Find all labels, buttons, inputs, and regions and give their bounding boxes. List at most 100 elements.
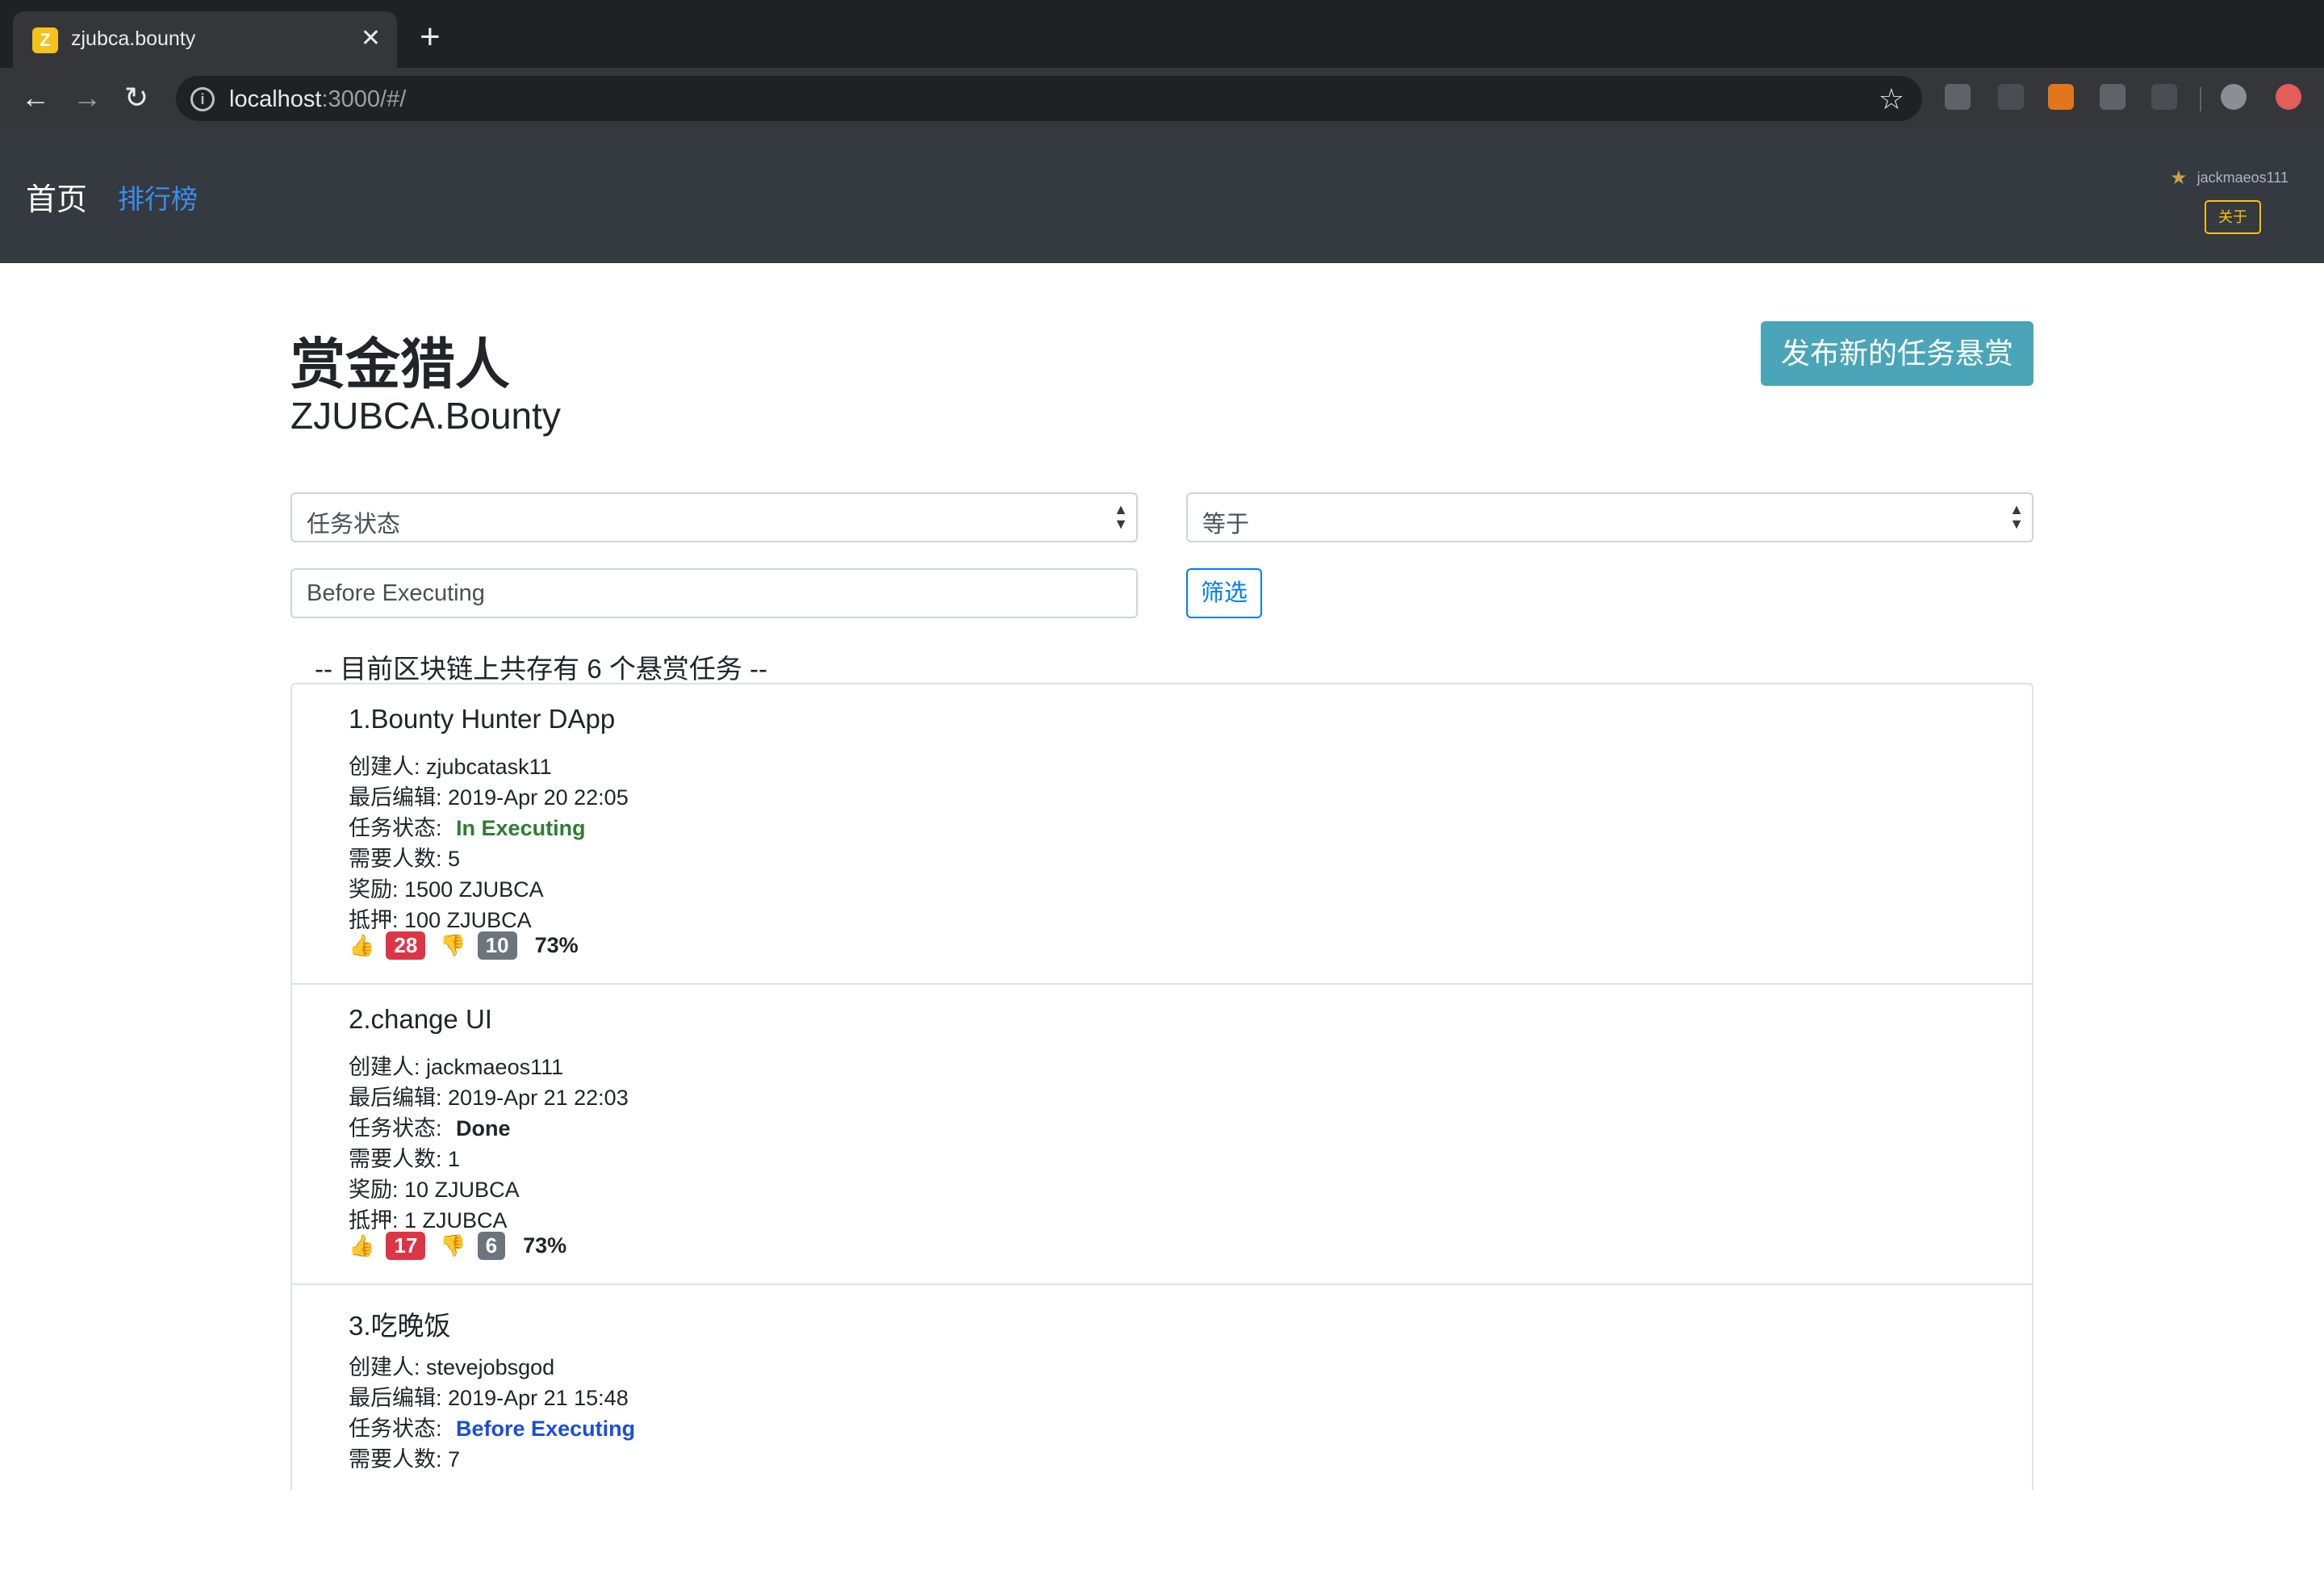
task-needed: 需要人数: 7 (349, 1442, 460, 1473)
task-votes: 👍 28 👎 10 73% (349, 931, 579, 964)
task-last-edit: 最后编辑: 2019-Apr 21 15:48 (349, 1380, 629, 1412)
url-host: localhost (229, 86, 322, 112)
deposit-label: 抵押: (349, 908, 399, 932)
status-label: 任务状态: (349, 1116, 442, 1140)
creator-label: 创建人: (349, 755, 420, 779)
task-item[interactable]: 3.吃晚饭 创建人: stevejobsgod 最后编辑: 2019-Apr 2… (292, 1283, 2032, 1582)
filter-field-select[interactable]: 任务状态 ▲ ▼ (290, 492, 1138, 542)
last-edit-value: 2019-Apr 21 15:48 (448, 1386, 629, 1410)
nav-leaderboard-link[interactable]: 排行榜 (118, 178, 198, 216)
task-needed: 需要人数: 5 (349, 841, 460, 873)
creator-value: zjubcatask11 (426, 755, 552, 779)
task-reward: 奖励: 1500 ZJUBCA (349, 872, 544, 903)
thumbs-down-icon[interactable]: 👎 (440, 1233, 466, 1258)
publish-task-button[interactable]: 发布新的任务悬赏 (1761, 321, 2034, 386)
needed-value: 1 (448, 1147, 461, 1171)
update-icon[interactable] (2276, 84, 2301, 110)
filter-value-input[interactable] (290, 568, 1138, 618)
task-title[interactable]: 1.Bounty Hunter DApp (349, 704, 615, 734)
task-title[interactable]: 2.change UI (349, 1004, 492, 1035)
forward-icon[interactable]: → (73, 82, 102, 113)
last-edit-label: 最后编辑: (349, 1386, 442, 1410)
task-last-edit: 最后编辑: 2019-Apr 20 22:05 (349, 780, 629, 811)
reload-icon[interactable]: ↻ (124, 82, 148, 113)
status-label: 任务状态: (349, 816, 442, 840)
task-title[interactable]: 3.吃晚饭 (349, 1304, 451, 1343)
extension-glasses-icon[interactable] (2151, 84, 2177, 110)
reward-label: 奖励: (349, 1178, 399, 1202)
task-last-edit: 最后编辑: 2019-Apr 21 22:03 (349, 1080, 629, 1111)
browser-toolbar: ← → ↻ i localhost:3000/#/ ☆ (0, 68, 2324, 128)
creator-value: stevejobsgod (426, 1355, 555, 1379)
favicon-icon: Z (32, 27, 58, 53)
bookmark-star-icon[interactable]: ☆ (1879, 82, 1904, 116)
status-label: 任务状态: (349, 1417, 442, 1441)
last-edit-label: 最后编辑: (349, 1086, 442, 1110)
deposit-label: 抵押: (349, 1208, 399, 1233)
upvote-count: 17 (386, 1232, 426, 1260)
extension-translate-icon[interactable] (1945, 84, 1971, 110)
new-tab-icon[interactable]: + (420, 19, 441, 55)
extension-shield-icon[interactable] (2100, 84, 2125, 110)
select-arrows-icon: ▲ ▼ (1114, 501, 1128, 532)
needed-label: 需要人数: (349, 847, 442, 871)
task-votes: 👍 17 👎 6 73% (349, 1232, 566, 1264)
needed-value: 5 (448, 847, 461, 871)
reward-label: 奖励: (349, 877, 399, 902)
task-count-summary: -- 目前区块链上共存有 6 个悬赏任务 -- (315, 654, 767, 684)
thumbs-down-icon[interactable]: 👎 (440, 933, 466, 958)
task-deposit: 抵押: 100 ZJUBCA (349, 902, 532, 934)
status-value: In Executing (456, 816, 586, 840)
profile-avatar-icon[interactable] (2221, 84, 2247, 110)
downvote-count: 10 (477, 931, 517, 960)
task-item[interactable]: 1.Bounty Hunter DApp 创建人: zjubcatask11 最… (292, 684, 2032, 983)
username: jackmaeos111 (2197, 170, 2288, 186)
filter-field-value: 任务状态 (307, 512, 401, 538)
about-button[interactable]: 关于 (2205, 200, 2261, 234)
creator-label: 创建人: (349, 1355, 420, 1379)
approval-ratio: 73% (534, 933, 579, 957)
page-subtitle: ZJUBCA.Bounty (290, 395, 561, 437)
last-edit-value: 2019-Apr 20 22:05 (448, 785, 629, 810)
task-list: 1.Bounty Hunter DApp 创建人: zjubcatask11 最… (290, 683, 2034, 1490)
select-arrows-icon: ▲ ▼ (2009, 501, 2024, 532)
browser-tabstrip: Z zjubca.bounty ✕ + (0, 0, 2324, 68)
task-creator: 创建人: jackmaeos111 (349, 1049, 563, 1081)
task-needed: 需要人数: 1 (349, 1141, 460, 1173)
app-navbar: 首页 排行榜 ★ jackmaeos111 关于 (0, 128, 2324, 263)
task-deposit: 抵押: 1 ZJUBCA (349, 1203, 508, 1234)
filter-operator-select[interactable]: 等于 ▲ ▼ (1186, 492, 2034, 542)
approval-ratio: 73% (523, 1233, 567, 1258)
status-value: Done (456, 1116, 511, 1140)
task-creator: 创建人: stevejobsgod (349, 1350, 554, 1381)
needed-label: 需要人数: (349, 1447, 442, 1471)
url-path: :3000/#/ (321, 86, 407, 112)
user-account[interactable]: ★ jackmaeos111 (2170, 166, 2288, 190)
deposit-value: 1 ZJUBCA (404, 1208, 508, 1233)
browser-tab[interactable]: Z zjubca.bounty ✕ (13, 11, 397, 68)
task-status: 任务状态: Done (349, 1111, 511, 1142)
filter-button[interactable]: 筛选 (1186, 568, 1262, 618)
address-bar[interactable]: i localhost:3000/#/ ☆ (176, 76, 1922, 121)
last-edit-label: 最后编辑: (349, 785, 442, 810)
status-value: Before Executing (456, 1417, 636, 1441)
needed-value: 7 (448, 1447, 461, 1471)
tab-close-icon[interactable]: ✕ (361, 24, 381, 53)
thumbs-up-icon[interactable]: 👍 (349, 933, 374, 958)
upvote-count: 28 (386, 931, 426, 960)
last-edit-value: 2019-Apr 21 22:03 (448, 1086, 629, 1110)
back-icon[interactable]: ← (21, 82, 50, 113)
deposit-value: 100 ZJUBCA (404, 908, 532, 932)
creator-value: jackmaeos111 (426, 1055, 564, 1079)
extension-toggle-icon[interactable] (1998, 84, 2024, 110)
nav-home-link[interactable]: 首页 (26, 174, 87, 219)
url-text: localhost:3000/#/ (229, 86, 406, 113)
creator-label: 创建人: (349, 1055, 420, 1079)
task-reward: 奖励: 10 ZJUBCA (349, 1172, 520, 1203)
star-icon: ★ (2170, 167, 2188, 189)
task-item[interactable]: 2.change UI 创建人: jackmaeos111 最后编辑: 2019… (292, 983, 2032, 1282)
site-info-icon[interactable]: i (190, 87, 215, 111)
metamask-icon[interactable] (2048, 84, 2074, 110)
thumbs-up-icon[interactable]: 👍 (349, 1233, 374, 1258)
reward-value: 1500 ZJUBCA (404, 877, 544, 902)
